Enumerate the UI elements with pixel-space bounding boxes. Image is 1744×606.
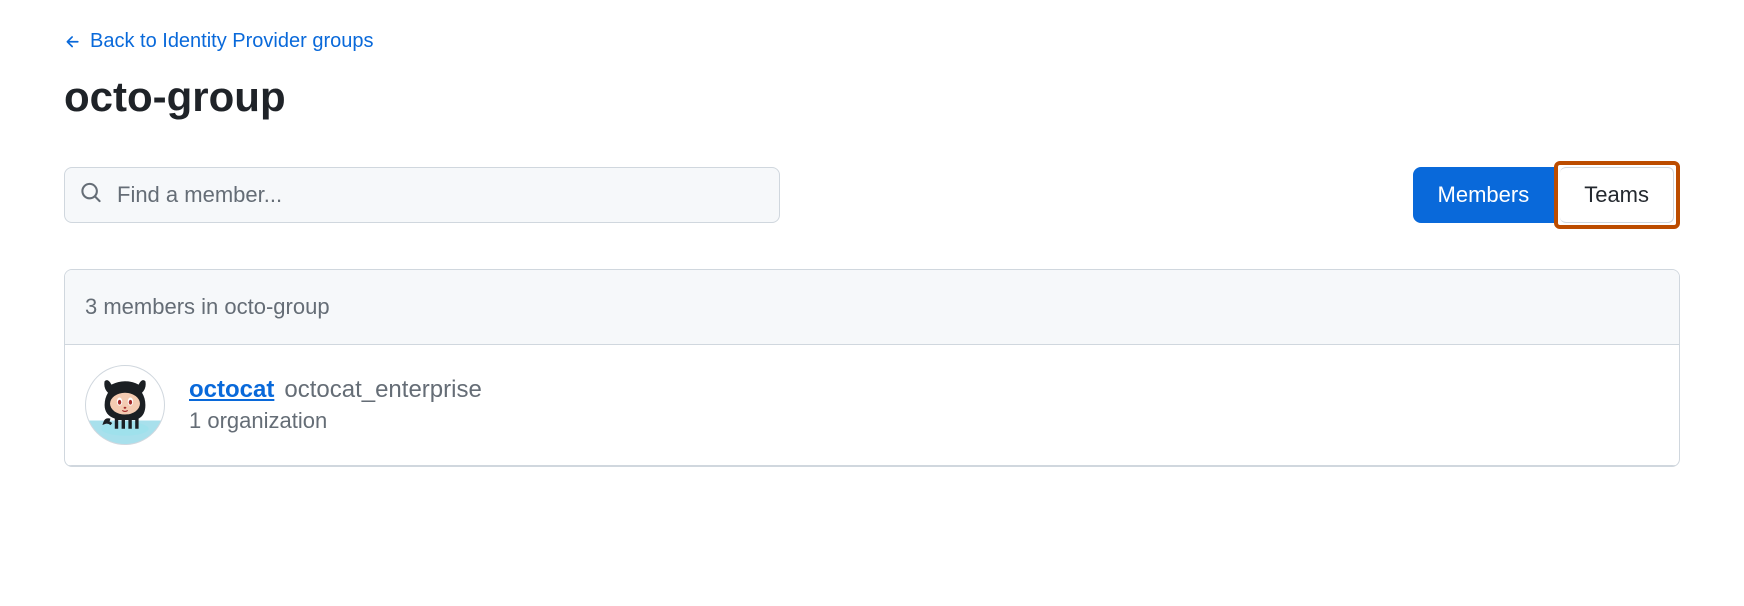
tab-teams[interactable]: Teams bbox=[1560, 167, 1674, 223]
member-name-link[interactable]: octocat bbox=[189, 376, 274, 404]
controls-row: Members Teams bbox=[64, 161, 1680, 229]
arrow-left-icon bbox=[64, 33, 82, 51]
list-header: 3 members in octo-group bbox=[65, 270, 1679, 345]
member-handle: octocat_enterprise bbox=[284, 376, 481, 404]
member-meta: 1 organization bbox=[189, 408, 482, 434]
member-info: octocat octocat_enterprise 1 organizatio… bbox=[189, 376, 482, 434]
back-link-label: Back to Identity Provider groups bbox=[90, 30, 373, 53]
members-list-panel: 3 members in octo-group octocat octocat_… bbox=[64, 269, 1680, 467]
search-input[interactable] bbox=[64, 167, 780, 223]
page-title: octo-group bbox=[64, 73, 1680, 121]
tab-group: Members Teams bbox=[1413, 161, 1680, 229]
tab-members[interactable]: Members bbox=[1413, 167, 1555, 223]
highlight-annotation: Teams bbox=[1554, 161, 1680, 229]
list-item: octocat octocat_enterprise 1 organizatio… bbox=[65, 345, 1679, 466]
member-name-row: octocat octocat_enterprise bbox=[189, 376, 482, 404]
avatar[interactable] bbox=[85, 365, 165, 445]
octocat-icon bbox=[91, 371, 159, 439]
back-link[interactable]: Back to Identity Provider groups bbox=[64, 30, 373, 53]
search-container bbox=[64, 167, 780, 223]
